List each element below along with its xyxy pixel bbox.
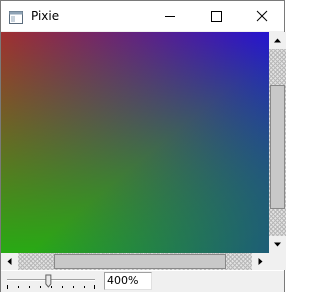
zoom-slider-thumb[interactable] [45, 274, 52, 288]
zoom-slider[interactable] [5, 273, 101, 291]
scroll-left-button[interactable] [1, 253, 18, 270]
scrollbar-corner [269, 253, 286, 270]
window-title: Pixie [31, 9, 60, 23]
arrow-up-icon [274, 38, 281, 43]
vertical-scroll-track[interactable] [269, 49, 286, 236]
scroll-down-button[interactable] [269, 236, 286, 253]
scroll-right-button[interactable] [252, 253, 269, 270]
maximize-icon [211, 11, 222, 22]
arrow-down-icon [274, 242, 281, 247]
title-bar[interactable]: Pixie [1, 1, 284, 31]
window-app-icon[interactable] [9, 9, 23, 24]
image-canvas[interactable] [1, 32, 269, 253]
color-gradient-diagonal [1, 32, 269, 253]
zoom-slider-ticks [7, 285, 95, 289]
close-button[interactable] [239, 1, 285, 31]
scroll-up-button[interactable] [269, 32, 286, 49]
horizontal-scroll-track[interactable] [18, 253, 252, 270]
close-icon [256, 10, 268, 22]
vertical-scroll-thumb[interactable] [270, 85, 285, 209]
app-window: Pixie 400% [0, 0, 286, 292]
zoom-level-field[interactable]: 400% [104, 272, 152, 290]
arrow-right-icon [258, 258, 263, 265]
status-bar: 400% [1, 271, 284, 292]
minimize-icon [165, 16, 175, 17]
horizontal-scrollbar[interactable] [1, 253, 269, 270]
minimize-button[interactable] [147, 1, 193, 31]
maximize-button[interactable] [193, 1, 239, 31]
horizontal-scroll-thumb[interactable] [54, 254, 226, 269]
arrow-left-icon [7, 258, 12, 265]
vertical-scrollbar[interactable] [269, 32, 286, 253]
